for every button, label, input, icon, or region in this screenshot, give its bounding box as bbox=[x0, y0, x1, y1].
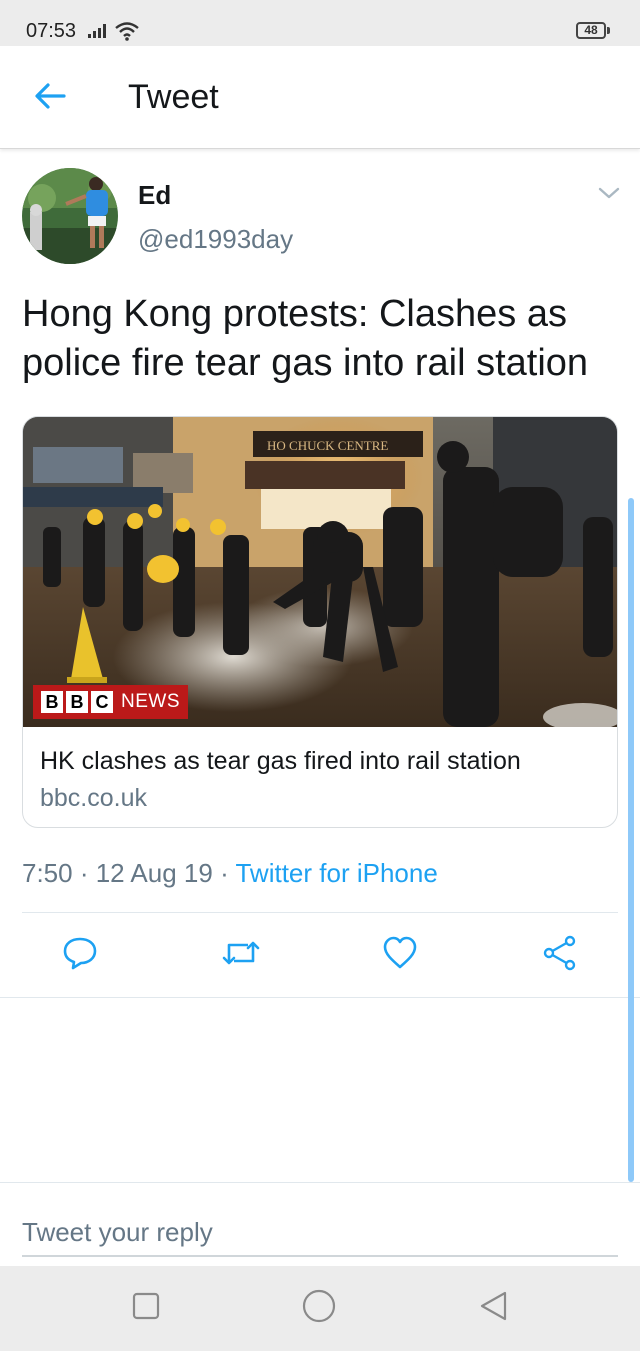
arrow-left-icon[interactable] bbox=[34, 82, 66, 110]
reply-bar bbox=[0, 1182, 640, 1267]
share-icon[interactable] bbox=[542, 935, 578, 971]
status-bar: 07:53 48 bbox=[0, 0, 640, 46]
meta-separator: · bbox=[72, 858, 96, 888]
divider bbox=[0, 997, 640, 998]
reply-input[interactable] bbox=[22, 1209, 618, 1257]
heart-icon[interactable] bbox=[382, 935, 418, 971]
reply-icon[interactable] bbox=[62, 935, 98, 971]
link-card[interactable]: HO CHUCK CENTRE B B C NEWS HK clashes as… bbox=[22, 416, 618, 828]
signal-icon bbox=[88, 24, 106, 38]
page-title: Tweet bbox=[128, 78, 219, 116]
meta-separator: · bbox=[212, 858, 236, 888]
bbc-letter: B bbox=[66, 691, 88, 713]
divider bbox=[22, 912, 618, 913]
bbc-news-label: NEWS bbox=[121, 691, 180, 712]
battery-indicator: 48 bbox=[576, 22, 606, 39]
tweet-time: 7:50 bbox=[22, 858, 73, 888]
bbc-letter: C bbox=[91, 691, 113, 713]
retweet-icon[interactable] bbox=[222, 935, 260, 971]
author-handle[interactable]: @ed1993day bbox=[138, 224, 293, 255]
chevron-down-icon[interactable] bbox=[598, 186, 620, 200]
image-sign-text: HO CHUCK CENTRE bbox=[267, 438, 388, 453]
tweet-date: 12 Aug 19 bbox=[95, 858, 213, 888]
battery-tip bbox=[607, 27, 610, 34]
author-display-name[interactable]: Ed bbox=[138, 180, 171, 211]
avatar[interactable] bbox=[22, 168, 118, 264]
system-nav-bar bbox=[0, 1266, 640, 1351]
scrollbar[interactable] bbox=[628, 498, 634, 1182]
tweet-source-link[interactable]: Twitter for iPhone bbox=[235, 858, 437, 888]
bbc-news-logo: B B C NEWS bbox=[33, 685, 188, 719]
tweet-meta: 7:50 · 12 Aug 19 · Twitter for iPhone bbox=[22, 858, 438, 889]
card-image: HO CHUCK CENTRE bbox=[23, 417, 617, 727]
back-triangle-icon[interactable] bbox=[478, 1290, 508, 1322]
recent-apps-icon[interactable] bbox=[132, 1292, 160, 1320]
app-header: Tweet bbox=[0, 46, 640, 149]
card-title[interactable]: HK clashes as tear gas fired into rail s… bbox=[40, 747, 521, 776]
wifi-icon bbox=[115, 22, 139, 41]
bbc-letter: B bbox=[41, 691, 63, 713]
tweet-text: Hong Kong protests: Clashes as police fi… bbox=[22, 293, 589, 384]
status-time: 07:53 bbox=[26, 20, 77, 42]
tweet-actions bbox=[0, 925, 640, 989]
card-domain: bbc.co.uk bbox=[40, 784, 148, 812]
home-icon[interactable] bbox=[302, 1289, 336, 1323]
